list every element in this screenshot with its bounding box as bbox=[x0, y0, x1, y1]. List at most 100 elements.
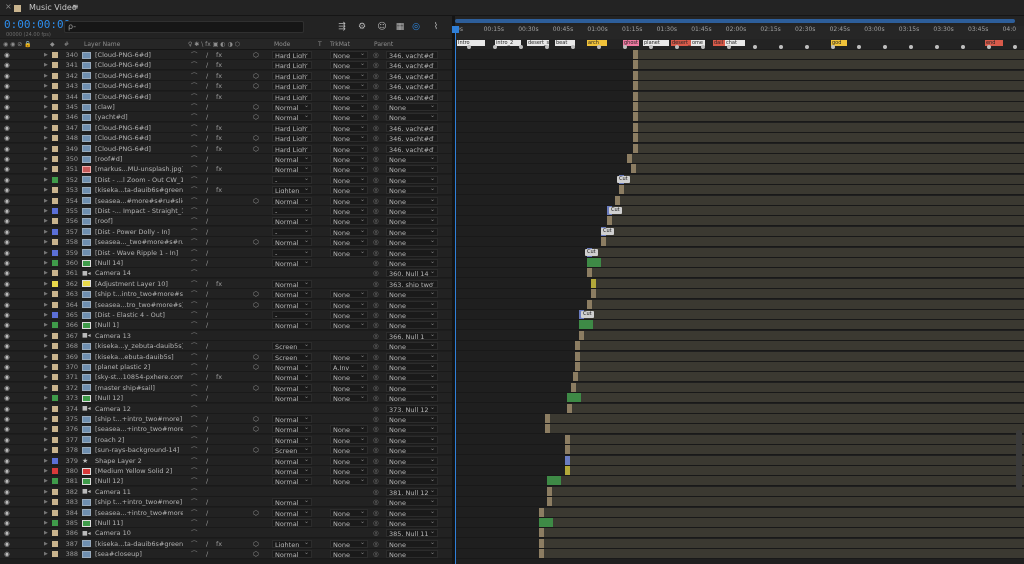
blend-mode-dropdown[interactable]: Hard Ligh bbox=[272, 123, 312, 132]
shy-switch[interactable]: ⌒ bbox=[191, 290, 198, 298]
blend-mode-dropdown[interactable]: Normal bbox=[272, 508, 312, 517]
visibility-eye-icon[interactable]: ◉ bbox=[4, 145, 10, 153]
visibility-eye-icon[interactable]: ◉ bbox=[4, 207, 10, 215]
label-color-swatch[interactable] bbox=[52, 166, 58, 173]
layer-name[interactable]: [master ship#sail] bbox=[95, 384, 155, 392]
layer-row[interactable]: ◉ ▶ 355 [Dist -... Impact - Straight_1] ⌒ / - N… bbox=[0, 206, 452, 216]
layer-duration-bar[interactable] bbox=[547, 497, 552, 507]
track-matte-dropdown[interactable]: None bbox=[330, 300, 368, 309]
layer-duration-bar[interactable] bbox=[575, 341, 580, 351]
shy-switch[interactable]: ⌒ bbox=[191, 249, 198, 257]
label-color-swatch[interactable] bbox=[52, 52, 58, 58]
shy-switch[interactable]: ⌒ bbox=[191, 332, 198, 340]
3d-layer-icon[interactable]: ⬡ bbox=[253, 415, 259, 423]
parent-pickwhip-icon[interactable]: ◎ bbox=[373, 321, 379, 329]
parent-pickwhip-icon[interactable]: ◎ bbox=[373, 550, 379, 558]
expand-triangle-icon[interactable]: ▶ bbox=[44, 217, 48, 225]
quality-switch-icon[interactable]: / bbox=[206, 394, 208, 402]
label-color-swatch[interactable] bbox=[52, 509, 58, 516]
parent-dropdown[interactable]: None bbox=[386, 435, 438, 444]
blend-mode-dropdown[interactable]: - bbox=[272, 207, 312, 215]
layer-name[interactable]: [sky-st...10854-pxhere.com] bbox=[95, 373, 183, 381]
parent-pickwhip-icon[interactable]: ◎ bbox=[373, 353, 379, 361]
fx-switch[interactable]: fx bbox=[216, 280, 222, 288]
visibility-eye-icon[interactable]: ◉ bbox=[4, 394, 10, 402]
parent-dropdown[interactable]: None bbox=[386, 508, 438, 517]
track-matte-dropdown[interactable]: None bbox=[330, 61, 368, 70]
layer-row[interactable]: ◉ ▶ 356 [roof] ⌒ / Normal None ◎ None bbox=[0, 216, 452, 227]
layer-name[interactable]: [sun-rays-background-14] bbox=[95, 446, 179, 454]
parent-pickwhip-icon[interactable]: ◎ bbox=[373, 425, 379, 433]
visibility-eye-icon[interactable]: ◉ bbox=[4, 415, 10, 423]
shy-switch[interactable]: ⌒ bbox=[191, 529, 198, 537]
visibility-eye-icon[interactable]: ◉ bbox=[4, 425, 10, 433]
quality-switch-icon[interactable]: / bbox=[206, 353, 208, 361]
parent-dropdown[interactable]: 346. yacht#d bbox=[386, 123, 438, 132]
blend-mode-dropdown[interactable]: Normal bbox=[272, 103, 312, 111]
parent-pickwhip-icon[interactable]: ◎ bbox=[373, 259, 379, 267]
3d-layer-icon[interactable]: ⬡ bbox=[253, 103, 259, 111]
layer-duration-bar[interactable] bbox=[633, 70, 638, 80]
label-color-swatch[interactable] bbox=[52, 312, 58, 318]
expand-triangle-icon[interactable]: ▶ bbox=[44, 415, 48, 423]
layer-duration-bar[interactable] bbox=[633, 112, 638, 122]
shy-switch[interactable]: ⌒ bbox=[191, 61, 198, 69]
quality-switch-icon[interactable]: / bbox=[206, 280, 208, 288]
comp-marker[interactable]: planet bbox=[643, 40, 669, 46]
label-color-swatch[interactable] bbox=[52, 124, 58, 131]
blend-mode-dropdown[interactable]: Normal bbox=[272, 165, 312, 174]
layer-name[interactable]: [sea#closeup] bbox=[95, 550, 142, 558]
layer-row[interactable]: ◉ ▶ 375 [ship t...+intro_two#more] ⌒ / ⬡ Normal… bbox=[0, 414, 452, 424]
expand-triangle-icon[interactable]: ▶ bbox=[44, 311, 48, 319]
quality-switch-icon[interactable]: / bbox=[206, 82, 208, 90]
parent-dropdown[interactable]: None bbox=[386, 415, 438, 423]
label-color-swatch[interactable] bbox=[52, 520, 58, 526]
track-matte-dropdown[interactable]: None bbox=[330, 92, 368, 101]
layer-duration-bar[interactable] bbox=[545, 424, 550, 434]
quality-switch-icon[interactable]: / bbox=[206, 467, 208, 475]
blend-mode-dropdown[interactable]: Normal bbox=[272, 300, 312, 309]
label-color-swatch[interactable] bbox=[52, 228, 58, 235]
quality-switch-icon[interactable]: / bbox=[206, 155, 208, 163]
layer-name[interactable]: [roach 2] bbox=[95, 436, 124, 444]
layer-duration-bar[interactable] bbox=[591, 289, 596, 299]
visibility-eye-icon[interactable]: ◉ bbox=[4, 498, 10, 506]
expand-triangle-icon[interactable]: ▶ bbox=[44, 457, 48, 465]
parent-dropdown[interactable]: 346. yacht#d bbox=[386, 71, 438, 80]
parent-dropdown[interactable]: 346. yacht#d bbox=[386, 61, 438, 70]
layer-row[interactable]: ◉ ▶ 366 [Null 1] ⌒ / Normal None ◎ None bbox=[0, 320, 452, 331]
layer-name[interactable]: [Adjustment Layer 10] bbox=[95, 280, 168, 288]
shy-switch[interactable]: ⌒ bbox=[191, 394, 198, 402]
parent-dropdown[interactable]: 381. Null 12 bbox=[386, 487, 438, 496]
shy-switch[interactable]: ⌒ bbox=[191, 384, 198, 392]
layer-name[interactable]: [claw] bbox=[95, 103, 115, 111]
parent-pickwhip-icon[interactable]: ◎ bbox=[373, 82, 379, 90]
shy-switch[interactable]: ⌒ bbox=[191, 321, 198, 329]
shy-switch[interactable]: ⌒ bbox=[191, 176, 198, 184]
visibility-eye-icon[interactable]: ◉ bbox=[4, 249, 10, 257]
expand-triangle-icon[interactable]: ▶ bbox=[44, 498, 48, 506]
parent-dropdown[interactable]: None bbox=[386, 186, 438, 195]
track-matte-dropdown[interactable]: None bbox=[330, 519, 368, 527]
parent-dropdown[interactable]: None bbox=[386, 290, 438, 299]
comp-marker[interactable]: intro_2 bbox=[495, 40, 521, 46]
parent-dropdown[interactable]: None bbox=[386, 155, 438, 163]
label-color-swatch[interactable] bbox=[52, 353, 58, 360]
label-color-swatch[interactable] bbox=[52, 176, 58, 183]
quality-switch-icon[interactable]: / bbox=[206, 342, 208, 350]
layer-name[interactable]: [kiseka...y_zebuta-dauib5s] bbox=[95, 342, 183, 350]
label-color-swatch[interactable] bbox=[52, 291, 58, 298]
visibility-eye-icon[interactable]: ◉ bbox=[4, 342, 10, 350]
label-color-swatch[interactable] bbox=[52, 478, 58, 485]
layer-duration-bar[interactable] bbox=[619, 185, 624, 195]
current-time-indicator[interactable] bbox=[455, 26, 456, 564]
comp-marker[interactable]: dail bbox=[713, 40, 725, 46]
track-matte-dropdown[interactable]: None bbox=[330, 113, 368, 122]
expand-triangle-icon[interactable]: ▶ bbox=[44, 259, 48, 267]
layer-row[interactable]: ◉ ▶ 364 [seasea...tro_two#more#s] ⌒ / ⬡ Normal N… bbox=[0, 299, 452, 310]
shy-switch[interactable]: ⌒ bbox=[191, 124, 198, 132]
visibility-eye-icon[interactable]: ◉ bbox=[4, 280, 10, 288]
parent-pickwhip-icon[interactable]: ◎ bbox=[373, 197, 379, 205]
parent-pickwhip-icon[interactable]: ◎ bbox=[373, 228, 379, 236]
layer-name[interactable]: [Dist - Wave Ripple 1 - In] bbox=[95, 249, 178, 257]
